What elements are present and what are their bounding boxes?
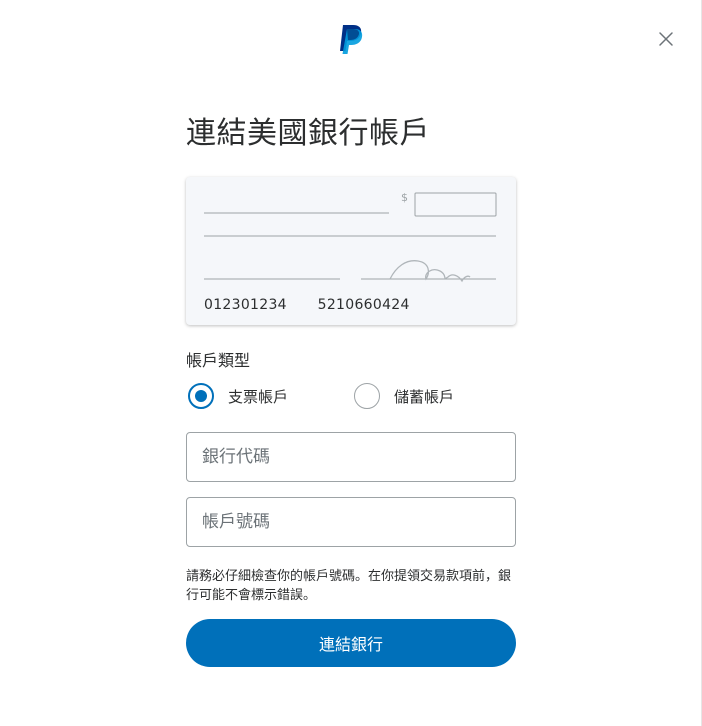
account-type-label: 帳戶類型 <box>186 351 251 370</box>
radio-checked-icon[interactable] <box>188 383 214 409</box>
check-illustration: $ 012301234 5210660424 <box>186 177 516 325</box>
account-number-input[interactable] <box>187 498 515 546</box>
account-number-field[interactable] <box>186 497 516 547</box>
page-title: 連結美國銀行帳戶 <box>186 116 430 151</box>
routing-number-input[interactable] <box>187 433 515 481</box>
link-bank-button[interactable]: 連結銀行 <box>186 619 516 667</box>
routing-number-field[interactable] <box>186 432 516 482</box>
radio-checking[interactable]: 支票帳戶 <box>188 379 288 413</box>
radio-unchecked-icon[interactable] <box>354 383 380 409</box>
close-icon[interactable] <box>654 27 678 51</box>
radio-savings[interactable]: 儲蓄帳戶 <box>354 379 454 413</box>
account-number-sample: 5210660424 <box>317 297 410 313</box>
disclaimer-text: 請務必仔細檢查你的帳戶號碼。在你提領交易款項前，銀行可能不會標示錯誤。 <box>186 569 512 603</box>
radio-checking-label: 支票帳戶 <box>228 387 289 406</box>
link-bank-dialog: 連結美國銀行帳戶 $ 012301234 5210660424 帳戶類型 支票帳… <box>0 0 702 726</box>
account-type-radio-group: 支票帳戶 儲蓄帳戶 <box>186 379 516 413</box>
radio-savings-label: 儲蓄帳戶 <box>394 387 455 406</box>
check-numbers: 012301234 5210660424 <box>204 297 410 313</box>
routing-number-sample: 012301234 <box>204 297 287 313</box>
currency-symbol: $ <box>401 191 408 204</box>
paypal-logo-icon <box>337 23 365 55</box>
